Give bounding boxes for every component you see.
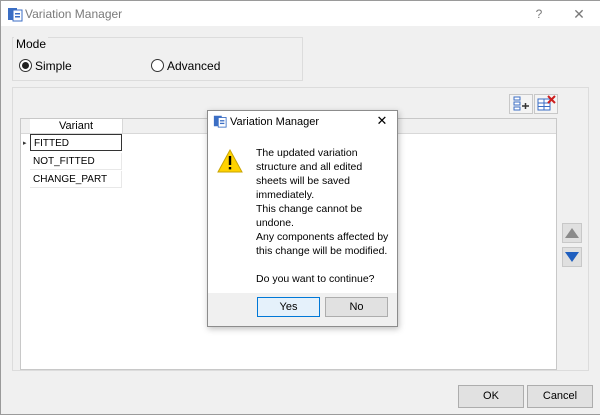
delete-row-icon — [537, 95, 556, 111]
ok-button[interactable]: OK — [458, 385, 524, 408]
yes-button[interactable]: Yes — [257, 297, 320, 317]
move-up-button[interactable] — [562, 223, 582, 243]
close-button[interactable]: ✕ — [567, 4, 591, 24]
dialog-message: The updated variation structure and all … — [256, 146, 396, 286]
variant-row-not-fitted[interactable]: NOT_FITTED — [30, 153, 122, 170]
variant-row-fitted[interactable]: FITTED — [30, 134, 122, 151]
current-row-indicator-icon: ▸ — [23, 140, 27, 147]
move-up-icon — [565, 228, 579, 238]
move-down-button[interactable] — [562, 247, 582, 267]
title-bar: Variation Manager ? ✕ — [1, 1, 600, 26]
message-line: immediately. — [256, 189, 315, 201]
message-line: Any components affected by — [256, 231, 389, 243]
message-line — [256, 258, 396, 272]
add-row-icon — [513, 96, 529, 111]
message-line: The updated variation — [256, 147, 358, 159]
window-title: Variation Manager — [25, 7, 123, 21]
simple-radio-label[interactable]: Simple — [35, 59, 72, 73]
message-line: This change cannot be — [256, 203, 363, 215]
dialog-title: Variation Manager — [230, 116, 320, 128]
variation-manager-window: Variation Manager ? ✕ Mode Simple Advanc… — [0, 0, 600, 415]
add-row-button[interactable] — [509, 94, 533, 114]
variant-row-change-part[interactable]: CHANGE_PART — [30, 171, 122, 188]
help-button[interactable]: ? — [529, 5, 549, 23]
app-icon — [213, 115, 227, 128]
app-icon — [8, 8, 23, 22]
message-line: Do you want to continue? — [256, 273, 375, 285]
move-down-icon — [565, 252, 579, 262]
warning-icon — [217, 149, 243, 173]
advanced-radio-label[interactable]: Advanced — [167, 59, 220, 73]
mode-group-label: Mode — [14, 37, 49, 51]
message-line: this change will be modified. — [256, 245, 388, 257]
message-line: undone. — [256, 217, 294, 229]
no-button[interactable]: No — [325, 297, 388, 317]
variant-column-header[interactable]: Variant — [30, 119, 123, 133]
confirm-dialog: Variation Manager ✕ The updated variatio… — [207, 110, 398, 327]
delete-row-button[interactable] — [534, 94, 558, 114]
dialog-close-button[interactable]: ✕ — [373, 113, 391, 129]
message-line: structure and all edited — [256, 161, 363, 173]
message-line: sheets will be saved — [256, 175, 350, 187]
dialog-footer: Yes No — [208, 293, 397, 326]
advanced-radio[interactable] — [151, 59, 164, 72]
cancel-button[interactable]: Cancel — [527, 385, 593, 408]
simple-radio[interactable] — [19, 59, 32, 72]
